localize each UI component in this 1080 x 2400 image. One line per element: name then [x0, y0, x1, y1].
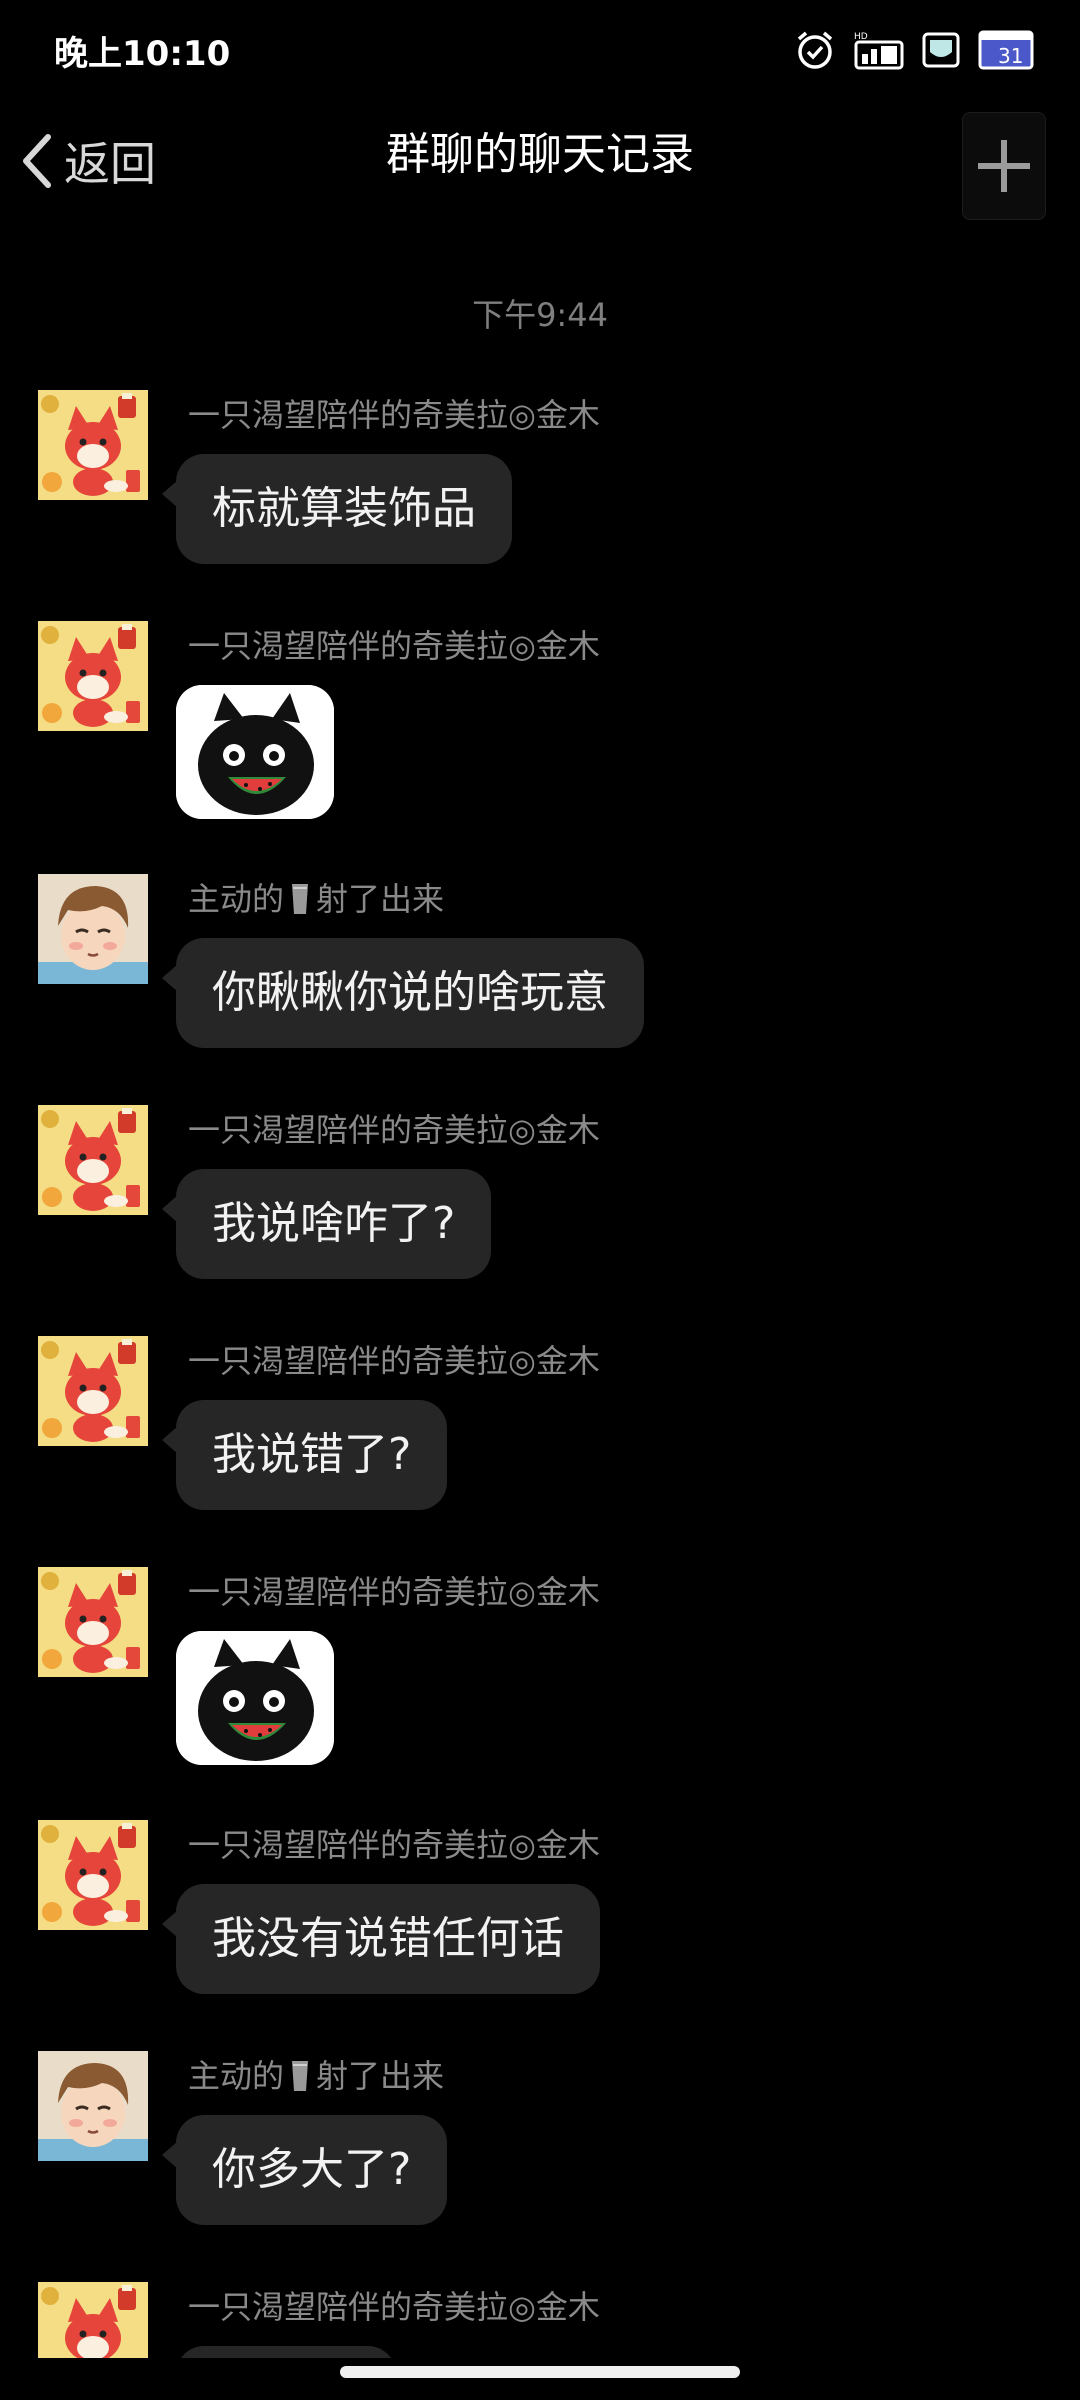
- cup-icon: [290, 882, 310, 916]
- message-item: 一只渴望陪伴的奇美拉◎金木: [0, 2282, 1080, 2358]
- sender-name: 主动的 射了出来: [188, 2051, 444, 2097]
- black-cat-watermelon-sticker[interactable]: [176, 1631, 334, 1765]
- sender-name: 一只渴望陪伴的奇美拉◎金木: [188, 1826, 600, 1864]
- avatar[interactable]: [38, 1820, 148, 1930]
- sender-name: 一只渴望陪伴的奇美拉◎金木: [188, 1573, 600, 1611]
- sender-name-part: 射了出来: [316, 880, 445, 918]
- message-timestamp: 下午9:44: [472, 296, 608, 334]
- status-icons: HD 31: [794, 26, 1034, 74]
- chevron-left-icon: [23, 134, 51, 188]
- sender-name-part: 主动的: [188, 880, 285, 918]
- avatar[interactable]: [38, 390, 148, 500]
- message-bubble[interactable]: 我说错了?: [161, 1400, 448, 1510]
- add-button[interactable]: [962, 112, 1046, 220]
- svg-text:31: 31: [998, 44, 1023, 68]
- message-bubble[interactable]: 我说啥咋了?: [161, 1169, 492, 1279]
- back-label: 返回: [64, 137, 156, 191]
- message-bubble[interactable]: 标就算装饰品: [162, 454, 512, 564]
- battery-saver-icon: [922, 32, 960, 68]
- sender-name: 主动的 射了出来: [188, 874, 444, 920]
- nav-bar: 返回 群聊的聊天记录: [0, 96, 1080, 236]
- sender-name: 一只渴望陪伴的奇美拉◎金木: [188, 1342, 600, 1380]
- avatar[interactable]: [38, 1336, 148, 1446]
- avatar[interactable]: [38, 2282, 148, 2358]
- avatar[interactable]: [38, 1567, 148, 1677]
- avatar[interactable]: [38, 1105, 148, 1215]
- status-bar: 晚上10:10 HD 31: [0, 0, 1080, 96]
- avatar[interactable]: [38, 2051, 148, 2161]
- back-button[interactable]: 返回: [14, 126, 156, 196]
- avatar[interactable]: [38, 621, 148, 731]
- page-title: 群聊的聊天记录: [386, 129, 694, 180]
- home-indicator[interactable]: [340, 2366, 740, 2378]
- message-bubble[interactable]: 你瞅瞅你说的啥玩意: [162, 938, 644, 1048]
- message-bubble[interactable]: [176, 2346, 396, 2358]
- black-cat-watermelon-sticker[interactable]: [176, 685, 334, 819]
- sender-name: 一只渴望陪伴的奇美拉◎金木: [188, 627, 600, 665]
- avatar[interactable]: [38, 874, 148, 984]
- cup-icon: [290, 2059, 310, 2093]
- sender-name: 一只渴望陪伴的奇美拉◎金木: [188, 2288, 600, 2326]
- plus-icon: [978, 140, 1030, 192]
- message-bubble[interactable]: 你多大了?: [161, 2115, 448, 2225]
- status-time: 晚上10:10: [54, 34, 231, 74]
- sender-name-part: 射了出来: [316, 2057, 445, 2095]
- sender-name-part: 主动的: [188, 2057, 285, 2095]
- sender-name: 一只渴望陪伴的奇美拉◎金木: [188, 1111, 600, 1149]
- calendar-icon: 31: [978, 30, 1034, 70]
- sender-name: 一只渴望陪伴的奇美拉◎金木: [188, 396, 600, 434]
- hd-signal-icon: HD: [854, 32, 904, 70]
- alarm-icon: [797, 31, 833, 69]
- message-bubble[interactable]: 我没有说错任何话: [162, 1884, 600, 1994]
